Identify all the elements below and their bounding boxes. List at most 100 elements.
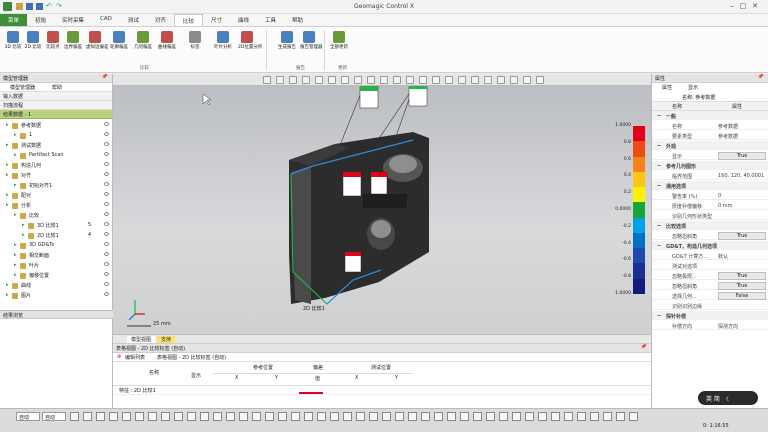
property-row[interactable]: 显示 True (652, 151, 768, 160)
viewport-canvas[interactable] (113, 74, 651, 334)
ribbon-button-5[interactable]: 轮廓偏差 (110, 31, 128, 63)
tree-item[interactable]: ▸ Partifact Scan (0, 151, 113, 160)
tree-item[interactable]: ▸ 对齐 (0, 171, 113, 180)
section-result-data[interactable]: 结果数据 - 1 (0, 110, 112, 119)
property-row[interactable]: 忽略坦斜角 True (652, 281, 768, 290)
tree-item[interactable]: ▸ 3D GD&Ts (0, 241, 113, 250)
property-value-button[interactable]: True (718, 271, 766, 280)
ribbon-button-8[interactable]: 标签 (186, 31, 204, 63)
visibility-eye-icon[interactable] (104, 262, 109, 266)
tree-item[interactable]: ▸ 2D 比较1 4 (0, 231, 113, 240)
maximize-icon[interactable]: □ (740, 2, 753, 10)
expand-icon[interactable]: ▸ (6, 192, 9, 198)
tree-item[interactable]: ▸ 1 (0, 131, 113, 140)
view-tool-icon[interactable] (406, 76, 414, 84)
status-tool-icon[interactable] (330, 412, 339, 421)
status-tool-icon[interactable] (187, 412, 196, 421)
tab-properties[interactable]: 属性 (662, 84, 672, 91)
tree-item[interactable]: ▸ 偏移位置 (0, 271, 113, 280)
status-tool-icon[interactable] (356, 412, 365, 421)
status-tool-icon[interactable] (291, 412, 300, 421)
view-tool-icon[interactable] (367, 76, 375, 84)
view-tool-icon[interactable] (536, 76, 544, 84)
tree-item[interactable]: ▸ 初始对齐1 (0, 181, 113, 190)
expand-icon[interactable]: ▸ (22, 232, 25, 238)
status-tool-icon[interactable] (317, 412, 326, 421)
status-tool-icon[interactable] (538, 412, 547, 421)
tree-item[interactable]: ▸ 配对 (0, 191, 113, 200)
property-section[interactable]: − GD&T，构造几何选项 (652, 241, 768, 250)
view-tool-icon[interactable] (445, 76, 453, 84)
section-scan-process[interactable]: 扫描流程 (0, 101, 112, 110)
tab-9[interactable]: 工具 (257, 14, 284, 26)
ribbon-button-10[interactable]: 2D位置分析 (238, 31, 262, 63)
status-tool-icon[interactable] (148, 412, 157, 421)
expand-icon[interactable]: ▸ (22, 222, 25, 228)
status-tool-icon[interactable] (213, 412, 222, 421)
tab-table-view[interactable]: 表格视图 - 2D 比较标签 (自动) (157, 354, 226, 361)
collapse-icon[interactable]: − (657, 223, 661, 229)
expand-icon[interactable]: ▸ (14, 132, 17, 138)
expand-icon[interactable]: ▸ (6, 292, 9, 298)
status-tool-icon[interactable] (564, 412, 573, 421)
status-tool-icon[interactable] (616, 412, 625, 421)
collapse-icon[interactable]: − (657, 163, 661, 169)
view-tool-icon[interactable] (497, 76, 505, 84)
status-tool-icon[interactable] (603, 412, 612, 421)
status-tool-icon[interactable] (369, 412, 378, 421)
view-tool-icon[interactable] (315, 76, 323, 84)
visibility-eye-icon[interactable] (104, 272, 109, 276)
ribbon-button-2[interactable]: 比较点 (44, 31, 62, 63)
tab-7[interactable]: 尺寸 (203, 14, 230, 26)
property-value-button[interactable]: True (718, 151, 766, 160)
tab-support[interactable]: 支持 (157, 336, 176, 343)
pin-icon[interactable]: 📌 (758, 74, 764, 80)
expand-icon[interactable]: ▸ (6, 282, 9, 288)
expand-icon[interactable]: ▸ (6, 142, 9, 148)
visibility-eye-icon[interactable] (104, 132, 109, 136)
expand-icon[interactable]: ▸ (14, 272, 17, 278)
property-section[interactable]: − 比较选项 (652, 221, 768, 230)
tree-item[interactable]: ▸ 图片 (0, 291, 113, 300)
ribbon-button-7[interactable]: 曲线偏差 (158, 31, 176, 63)
status-tool-icon[interactable] (525, 412, 534, 421)
section-input-data[interactable]: 输入数据 (0, 92, 112, 101)
view-tool-icon[interactable] (263, 76, 271, 84)
status-tool-icon[interactable] (70, 412, 79, 421)
property-row[interactable]: 忽略极限... True (652, 271, 768, 280)
tab-display[interactable]: 显示 (688, 84, 698, 91)
tree-item[interactable]: ▸ 构造几何 (0, 161, 113, 170)
status-tool-icon[interactable] (512, 412, 521, 421)
status-tool-icon[interactable] (499, 412, 508, 421)
tab-8[interactable]: 曲线 (230, 14, 257, 26)
view-tool-icon[interactable] (458, 76, 466, 84)
window-controls[interactable]: –□✕ (730, 2, 764, 10)
status-tool-icon[interactable] (343, 412, 352, 421)
property-section[interactable]: − 一般 (652, 111, 768, 120)
property-value-button[interactable]: True (718, 281, 766, 290)
tab-10[interactable]: 帮助 (284, 14, 311, 26)
tab-edit-list[interactable]: 编辑列表 (125, 354, 145, 361)
status-tool-icon[interactable] (486, 412, 495, 421)
expand-icon[interactable]: ▸ (6, 162, 9, 168)
tree-item[interactable]: ▸ 测试数据 (0, 141, 113, 150)
tab-0[interactable]: 菜单 (0, 14, 28, 26)
collapse-icon[interactable]: − (657, 313, 661, 319)
collapse-icon[interactable]: − (657, 113, 661, 119)
visibility-eye-icon[interactable] (104, 252, 109, 256)
status-tool-icon[interactable] (109, 412, 118, 421)
status-tool-icon[interactable] (174, 412, 183, 421)
status-tool-icon[interactable] (551, 412, 560, 421)
ime-indicator[interactable]: 英 简 ☾ (698, 391, 758, 405)
status-tool-icon[interactable] (161, 412, 170, 421)
visibility-eye-icon[interactable] (104, 242, 109, 246)
visibility-eye-icon[interactable] (104, 172, 109, 176)
tab-model-view[interactable]: 模型视图 (127, 336, 156, 343)
tree-item[interactable]: ▸ 曲线 (0, 281, 113, 290)
visibility-eye-icon[interactable] (104, 192, 109, 196)
status-tool-icon[interactable] (265, 412, 274, 421)
tab-help[interactable]: 帮助 (52, 84, 62, 91)
status-tool-icon[interactable] (278, 412, 287, 421)
status-tool-icon[interactable] (304, 412, 313, 421)
visibility-eye-icon[interactable] (104, 122, 109, 126)
